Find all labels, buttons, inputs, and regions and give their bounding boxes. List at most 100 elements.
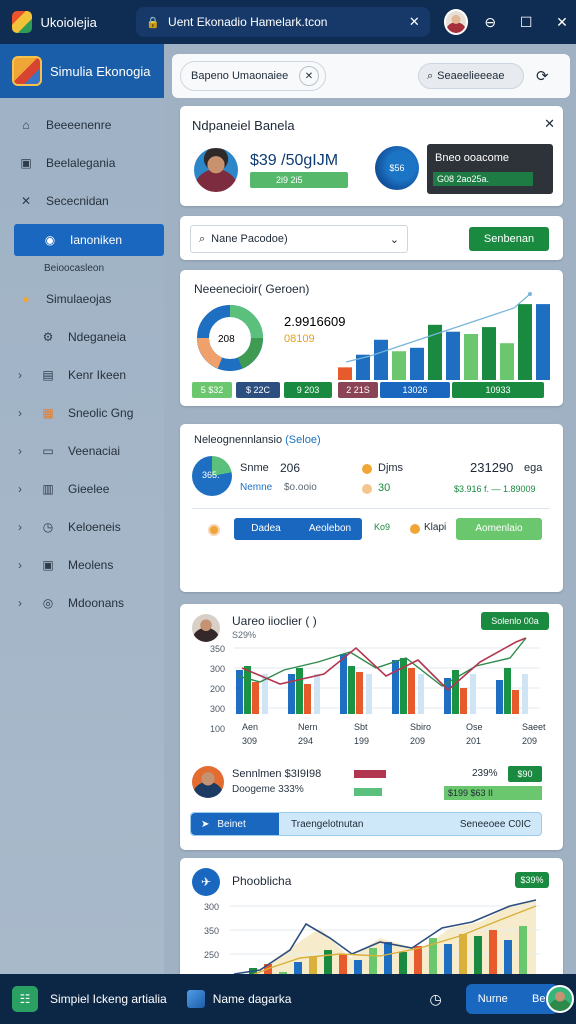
metric-a-value: 206 [280,461,301,475]
status-dot [208,524,220,536]
trend-segment-bar[interactable]: ➤ Beinet Traengelotnutan Seneeoee C0IC [190,812,542,836]
refresh-icon[interactable]: ⟳ [536,67,549,85]
y-tick-label: 100 [210,724,225,734]
clock-icon[interactable]: ◷ [429,991,441,1008]
y-tick-label: 350 [210,644,225,654]
close-icon[interactable]: ✕ [548,14,576,31]
summary-value: $39 /50gIJM [250,152,339,169]
chevron-right-icon[interactable]: › [18,444,22,458]
bulb-icon: ● [22,292,30,306]
user-avatar[interactable] [443,9,469,35]
maximize-icon[interactable]: ☐ [512,14,540,31]
minimize-icon[interactable]: ⊖ [476,14,504,31]
search-input[interactable]: ⌕ Seaeelieeeae [418,63,524,89]
legend-chip: 9 203 [284,382,332,398]
sidebar-item-chart[interactable]: › ▦ Sneolic Gng [0,394,164,432]
sidebar-item-label: Keloeneis [68,520,121,534]
sidebar-item-image[interactable]: › ▣ Meolens [0,546,164,584]
brand-logo-icon [12,56,42,86]
segment-b[interactable]: Aeolebon [298,518,362,540]
taskbar-button[interactable]: Nurne Be [465,984,558,1014]
segment-c-label[interactable]: Seneeoee C0IC [460,813,541,835]
trend-bar [244,666,251,714]
status-dot [410,524,420,534]
tab-close-icon[interactable]: ✕ [409,14,420,30]
sidebar-brand[interactable]: Simulia Ekonogia [0,44,164,98]
metrics-card: Neleognennlansio (Seloe) 365. Snme 206 N… [180,424,563,592]
sidebar-item-settings[interactable]: ⚙ Ndeganeia [0,318,164,356]
trend-bar [366,674,372,714]
y-tick-label: 200 [210,684,225,694]
window-icon: ▭ [42,444,54,458]
sidebar-item-label: Beelalegania [46,156,116,170]
metrics-green-button[interactable]: Aomenlaio [456,518,542,540]
chevron-right-icon[interactable]: › [18,368,22,382]
legend-chip: 2 21S [338,382,378,398]
sidebar-item-label: Veenaciai [68,444,121,458]
breadcrumb[interactable]: Bapeno Umaonaiee ✕ [180,61,326,91]
summary-pill: 2i9 2i5 [250,172,348,188]
row-value: $199 $63 II [444,786,542,800]
taskbar-window-icon[interactable] [186,990,205,1008]
segment-b-label[interactable]: Traengelotnutan [279,813,460,835]
chevron-right-icon[interactable]: › [18,520,22,534]
chevron-right-icon[interactable]: › [18,558,22,572]
sidebar-item-simulation[interactable]: ● Simulaeojas [0,280,164,318]
trend-chart: 350 300 200 300 100 Aen 309 Nern 294 Sbt 199 Sbiro… [210,637,546,746]
globe-icon: $56 [375,146,419,190]
breadcrumb-close-icon[interactable]: ✕ [299,66,319,86]
chevron-right-icon[interactable]: › [18,482,22,496]
browser-tab[interactable]: 🔒 Uent Ekonadio Hamelark.tcon ✕ [136,7,430,37]
trend-bar [296,668,303,714]
sidebar-item-tools[interactable]: ✕ Sececnidan [0,182,164,220]
taskbar-button-a: Nurne [477,993,508,1005]
segment-a[interactable]: Dadea [234,518,298,540]
taskbar-app-icon[interactable]: ☷ [12,986,38,1012]
segment-active[interactable]: ➤ Beinet [191,813,279,835]
sidebar-item-grid[interactable]: › ▥ Gieelee [0,470,164,508]
sidebar-item-window[interactable]: › ▭ Veenaciai [0,432,164,470]
x-value-label: 294 [298,736,313,746]
chevron-right-icon[interactable]: › [18,596,22,610]
chevron-right-icon[interactable]: › [18,406,22,420]
sidebar-item-table[interactable]: › ▤ Kenr Ikeen [0,356,164,394]
y-tick-label: 300 [204,902,219,912]
x-value-label: 209 [522,736,537,746]
filter-dropdown[interactable]: ⌕ Nane Pacodoe) ⌄ [190,225,408,253]
taskbar-label[interactable]: Simpiel Ickeng artialia [50,992,167,1006]
sidebar-item-clock[interactable]: › ◷ Keloeneis [0,508,164,546]
row-badge[interactable]: $90 [508,766,542,782]
table-icon: ▤ [42,368,54,382]
dark-stat-box[interactable]: Bneo ooacome G08 2ao25a. [427,144,553,194]
sidebar-item-circle[interactable]: › ◎ Mdoonans [0,584,164,622]
grid-icon: ▥ [42,482,54,496]
sidebar-item-label: Mdoonans [68,596,125,610]
overview-bar [500,343,514,380]
overview-bar [374,339,388,380]
donut-label: 208 [218,334,235,345]
y-tick-label: 350 [204,926,219,936]
summary-card: Ndpaneiel Banela ✕ $39 /50gIJM 2i9 2i5 $… [180,106,563,206]
y-tick-label: 300 [210,664,225,674]
brand-name: Simulia Ekonogia [50,63,151,79]
metric-a-sub-value: $o.ooio [284,482,317,493]
breadcrumb-label: Bapeno Umaonaiee [191,70,289,82]
trend-bar [470,674,476,714]
sidebar-item-calendar[interactable]: ▣ Beelalegania [0,144,164,182]
trend-bar [392,660,399,714]
top-bar: Bapeno Umaonaiee ✕ ⌕ Seaeelieeeae ⟳ [172,54,570,98]
y-tick-label: 250 [204,950,219,960]
filter-action-button[interactable]: Senbenan [469,227,549,251]
metrics-title: Neleognennlansio (Seloe) [194,434,321,446]
taskbar-window-label[interactable]: Name dagarka [213,992,292,1006]
taskbar-avatar[interactable] [545,985,574,1013]
legend-chip: 5 $32 [192,382,232,398]
sidebar-item-label: Gieelee [68,482,110,496]
shield-icon: ◉ [44,233,56,247]
overview-sub: 08109 [284,333,315,345]
segmented-button[interactable]: Dadea Aeolebon [234,518,362,540]
metrics-title-tag: (Seloe) [285,434,321,446]
sidebar-item-active[interactable]: ◉ Ianoniken [14,224,164,256]
summary-close-icon[interactable]: ✕ [544,116,555,132]
sidebar-item-home[interactable]: ⌂ Beeeenenre [0,106,164,144]
